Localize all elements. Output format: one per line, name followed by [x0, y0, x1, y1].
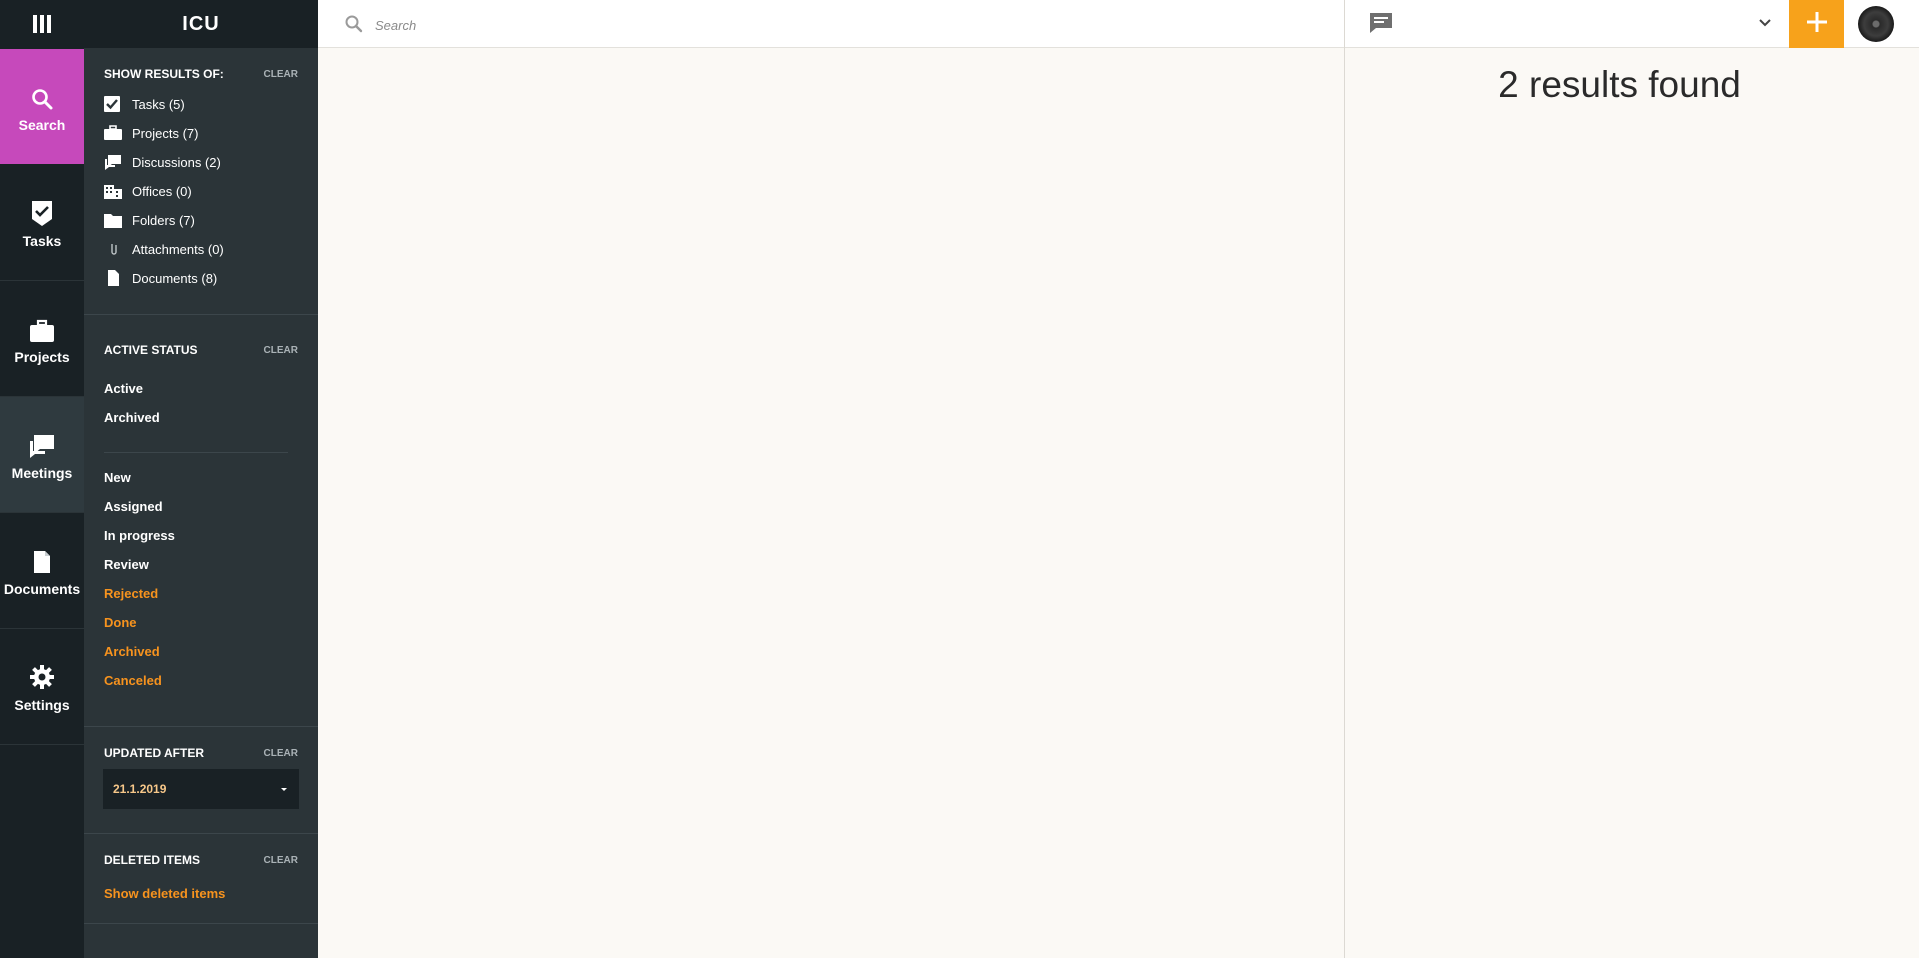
updated-after-header: UPDATED AFTER CLEAR [104, 746, 298, 760]
pane-divider [1344, 0, 1345, 958]
chevron-down-icon[interactable] [1758, 16, 1772, 35]
divider [84, 833, 318, 834]
chat-icon[interactable] [1369, 12, 1393, 39]
search-icon [30, 81, 54, 111]
plus-icon [1805, 10, 1829, 39]
status-canceled[interactable]: Canceled [104, 673, 162, 688]
type-label: Offices (0) [132, 183, 192, 199]
nav-item-projects[interactable]: Projects [0, 281, 84, 397]
status-assigned[interactable]: Assigned [104, 499, 163, 514]
search-bar [318, 0, 1344, 48]
type-filter-attachments[interactable]: Attachments (0) [104, 238, 224, 260]
building-icon [104, 182, 126, 200]
status-active[interactable]: Active [104, 381, 143, 396]
folder-icon [104, 211, 126, 229]
nav-item-documents[interactable]: Documents [0, 513, 84, 629]
nav-item-meetings[interactable]: Meetings [0, 397, 84, 513]
nav-label: Settings [14, 696, 70, 713]
nav-item-settings[interactable]: Settings [0, 629, 84, 745]
type-label: Documents (8) [132, 270, 218, 286]
checkbox-checked-icon [104, 95, 126, 113]
status-new[interactable]: New [104, 470, 131, 485]
divider [84, 726, 318, 727]
section-title: UPDATED AFTER [104, 746, 204, 760]
paperclip-icon [104, 240, 126, 258]
type-label: Folders (7) [132, 212, 195, 228]
type-filter-folders[interactable]: Folders (7) [104, 209, 195, 231]
nav-label: Documents [3, 580, 81, 597]
nav-label: Tasks [22, 232, 62, 249]
type-label: Projects (7) [132, 125, 199, 141]
document-icon [32, 545, 52, 575]
active-status-header: ACTIVE STATUS CLEAR [104, 343, 298, 357]
avatar[interactable] [1858, 6, 1894, 42]
results-count: 2 results found [1498, 64, 1741, 105]
section-title: SHOW RESULTS OF: [104, 67, 224, 81]
status-review[interactable]: Review [104, 557, 149, 572]
section-title: DELETED ITEMS [104, 853, 201, 867]
briefcase-icon [29, 313, 55, 343]
section-title: ACTIVE STATUS [104, 343, 198, 357]
clear-date-button[interactable]: CLEAR [264, 748, 298, 759]
nav-rail: Search Tasks Projects Meetings Documents… [0, 0, 84, 958]
app-logo: ICU [182, 12, 220, 35]
nav-label: Meetings [11, 464, 73, 481]
caret-down-icon [281, 787, 287, 791]
clear-status-button[interactable]: CLEAR [264, 345, 298, 356]
show-deleted-link[interactable]: Show deleted items [104, 886, 225, 901]
type-label: Tasks (5) [132, 96, 185, 112]
deleted-items-header: DELETED ITEMS CLEAR [104, 853, 298, 867]
nav-item-tasks[interactable]: Tasks [0, 165, 84, 281]
type-filter-offices[interactable]: Offices (0) [104, 180, 192, 202]
type-filter-discussions[interactable]: Discussions (2) [104, 151, 221, 173]
gear-icon [28, 661, 56, 691]
search-input[interactable] [373, 12, 1277, 38]
add-button[interactable] [1789, 0, 1844, 48]
show-results-header: SHOW RESULTS OF: CLEAR [104, 67, 298, 81]
type-filter-tasks[interactable]: Tasks (5) [104, 93, 185, 115]
status-done[interactable]: Done [104, 615, 137, 630]
filter-panel: ICU SHOW RESULTS OF: CLEAR Tasks (5) Pro… [84, 0, 318, 958]
nav-label: Search [18, 116, 66, 133]
date-picker[interactable]: 21.1.2019 [103, 769, 299, 809]
status-in-progress[interactable]: In progress [104, 528, 175, 543]
type-filter-documents[interactable]: Documents (8) [104, 267, 217, 289]
divider [84, 923, 318, 924]
clear-types-button[interactable]: CLEAR [264, 69, 298, 80]
type-filter-projects[interactable]: Projects (7) [104, 122, 198, 144]
type-label: Attachments (0) [132, 241, 224, 257]
status-rejected[interactable]: Rejected [104, 586, 158, 601]
divider [104, 452, 288, 453]
document-icon [104, 269, 126, 287]
nav-label: Projects [14, 348, 70, 365]
divider [84, 314, 318, 315]
date-value: 21.1.2019 [113, 782, 167, 796]
status-archived-task[interactable]: Archived [104, 644, 160, 659]
search-icon [344, 14, 364, 39]
check-badge-icon [29, 197, 55, 227]
chat-bubbles-icon [28, 429, 56, 459]
clear-deleted-button[interactable]: CLEAR [264, 855, 298, 866]
chat-bubbles-icon [104, 153, 126, 171]
nav-item-search[interactable]: Search [0, 49, 84, 164]
menu-toggle-icon[interactable] [0, 0, 84, 48]
briefcase-icon [104, 124, 126, 142]
logo-bar: ICU [84, 0, 318, 48]
type-label: Discussions (2) [132, 154, 221, 170]
status-archived[interactable]: Archived [104, 410, 160, 425]
